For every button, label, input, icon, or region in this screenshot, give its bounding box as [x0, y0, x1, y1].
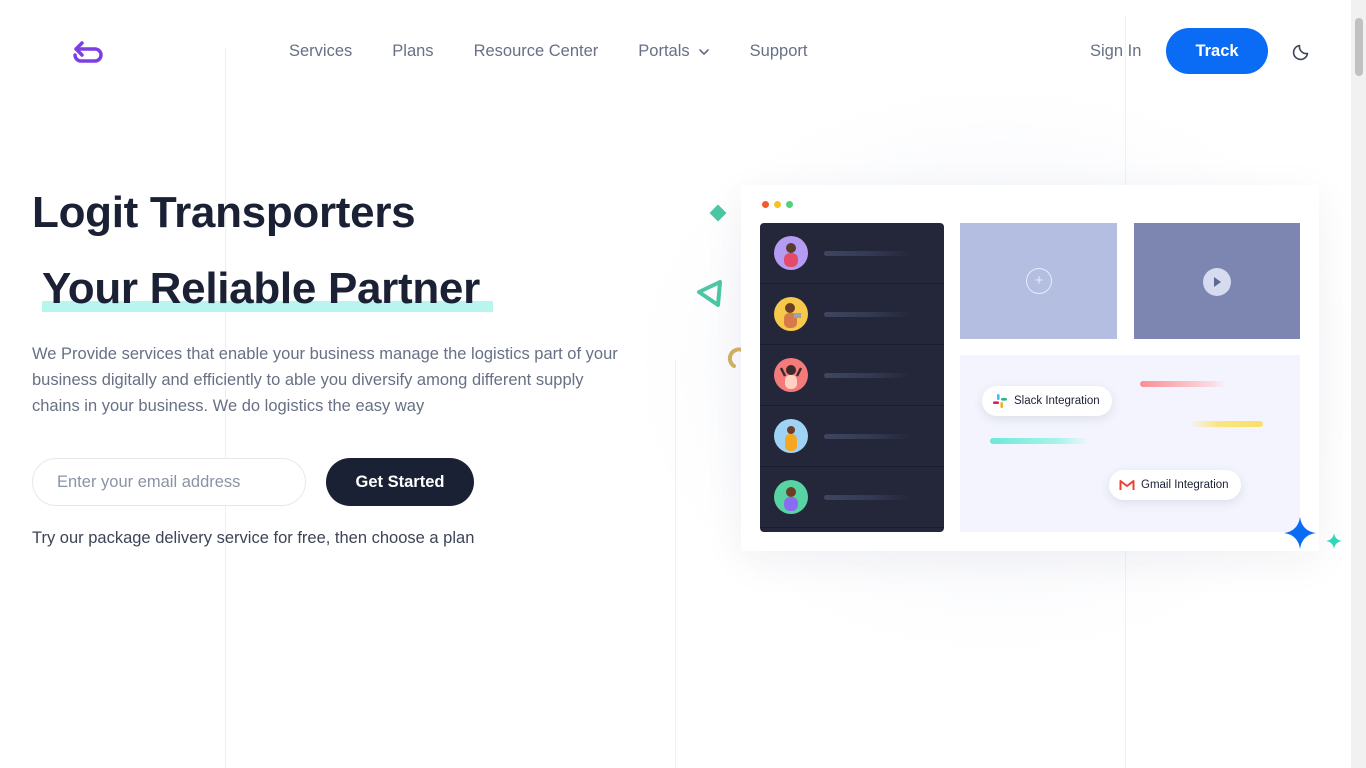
- trial-note: Try our package delivery service for fre…: [32, 529, 475, 547]
- avatar: [774, 297, 808, 331]
- hero-subtitle: Your Reliable Partner: [42, 264, 480, 313]
- list-item: [760, 406, 944, 467]
- avatar: [774, 480, 808, 514]
- hero-description: We Provide services that enable your bus…: [32, 345, 618, 415]
- nav-label: Services: [289, 42, 353, 60]
- nav-label: Plans: [392, 42, 434, 60]
- nav-label: Portals: [638, 42, 690, 60]
- slack-icon: [993, 394, 1007, 408]
- placeholder-bar: [824, 434, 910, 439]
- avatar: [774, 236, 808, 270]
- diamond-shape-icon: [709, 204, 727, 222]
- gmail-integration-pill: Gmail Integration: [1109, 470, 1241, 500]
- sparkle-blue-icon: [1284, 517, 1316, 549]
- window-dot-yellow: [774, 201, 781, 208]
- plus-icon[interactable]: +: [1026, 268, 1052, 294]
- nav-label: Support: [749, 42, 808, 60]
- avatar: [774, 358, 808, 392]
- triangle-shape-icon: [697, 280, 722, 307]
- list-item: [760, 223, 944, 284]
- get-started-button[interactable]: Get Started: [326, 458, 474, 506]
- nav-item-support[interactable]: Support: [750, 42, 808, 61]
- gmail-icon: [1119, 480, 1135, 490]
- page-scrollbar[interactable]: [1351, 0, 1366, 768]
- chevron-down-icon: [698, 48, 709, 55]
- nav-item-plans[interactable]: Plans: [392, 42, 433, 61]
- main-nav: Services Plans Resource Center Portals S…: [289, 42, 847, 61]
- decor-bar: [990, 438, 1088, 444]
- user-list-panel: [760, 223, 944, 532]
- nav-item-resource-center[interactable]: Resource Center: [474, 42, 599, 61]
- media-tile-add: +: [960, 223, 1117, 339]
- nav-label: Resource Center: [473, 42, 599, 60]
- nav-item-services[interactable]: Services: [289, 42, 352, 61]
- window-dot-red: [762, 201, 769, 208]
- list-item: [760, 467, 944, 528]
- placeholder-bar: [824, 495, 910, 500]
- sparkle-teal-icon: [1326, 533, 1342, 549]
- sign-in-link[interactable]: Sign In: [1090, 42, 1141, 61]
- dashboard-mockup: + Slack Integration Gmail Integration: [741, 185, 1319, 551]
- integration-label: Slack Integration: [1014, 395, 1100, 407]
- scrollbar-thumb[interactable]: [1355, 18, 1363, 76]
- placeholder-bar: [824, 373, 910, 378]
- list-item: [760, 284, 944, 345]
- nav-item-portals[interactable]: Portals: [638, 42, 709, 61]
- list-item: [760, 345, 944, 406]
- integrations-board: Slack Integration Gmail Integration: [960, 355, 1300, 532]
- decor-bar: [1190, 421, 1263, 427]
- placeholder-bar: [824, 312, 910, 317]
- track-button[interactable]: Track: [1166, 28, 1268, 74]
- hero-subtitle-wrap: Your Reliable Partner: [42, 264, 493, 314]
- hero-title: Logit Transporters: [32, 188, 416, 237]
- avatar: [774, 419, 808, 453]
- decor-bar: [1140, 381, 1226, 387]
- media-tile-video: [1134, 223, 1300, 339]
- play-icon[interactable]: [1203, 268, 1231, 296]
- slack-integration-pill: Slack Integration: [982, 386, 1112, 416]
- email-input[interactable]: [32, 458, 306, 506]
- integration-label: Gmail Integration: [1141, 479, 1229, 491]
- placeholder-bar: [824, 251, 910, 256]
- window-dot-green: [786, 201, 793, 208]
- moon-icon[interactable]: [1292, 41, 1312, 61]
- loop-arrow-logo-icon[interactable]: [70, 40, 106, 64]
